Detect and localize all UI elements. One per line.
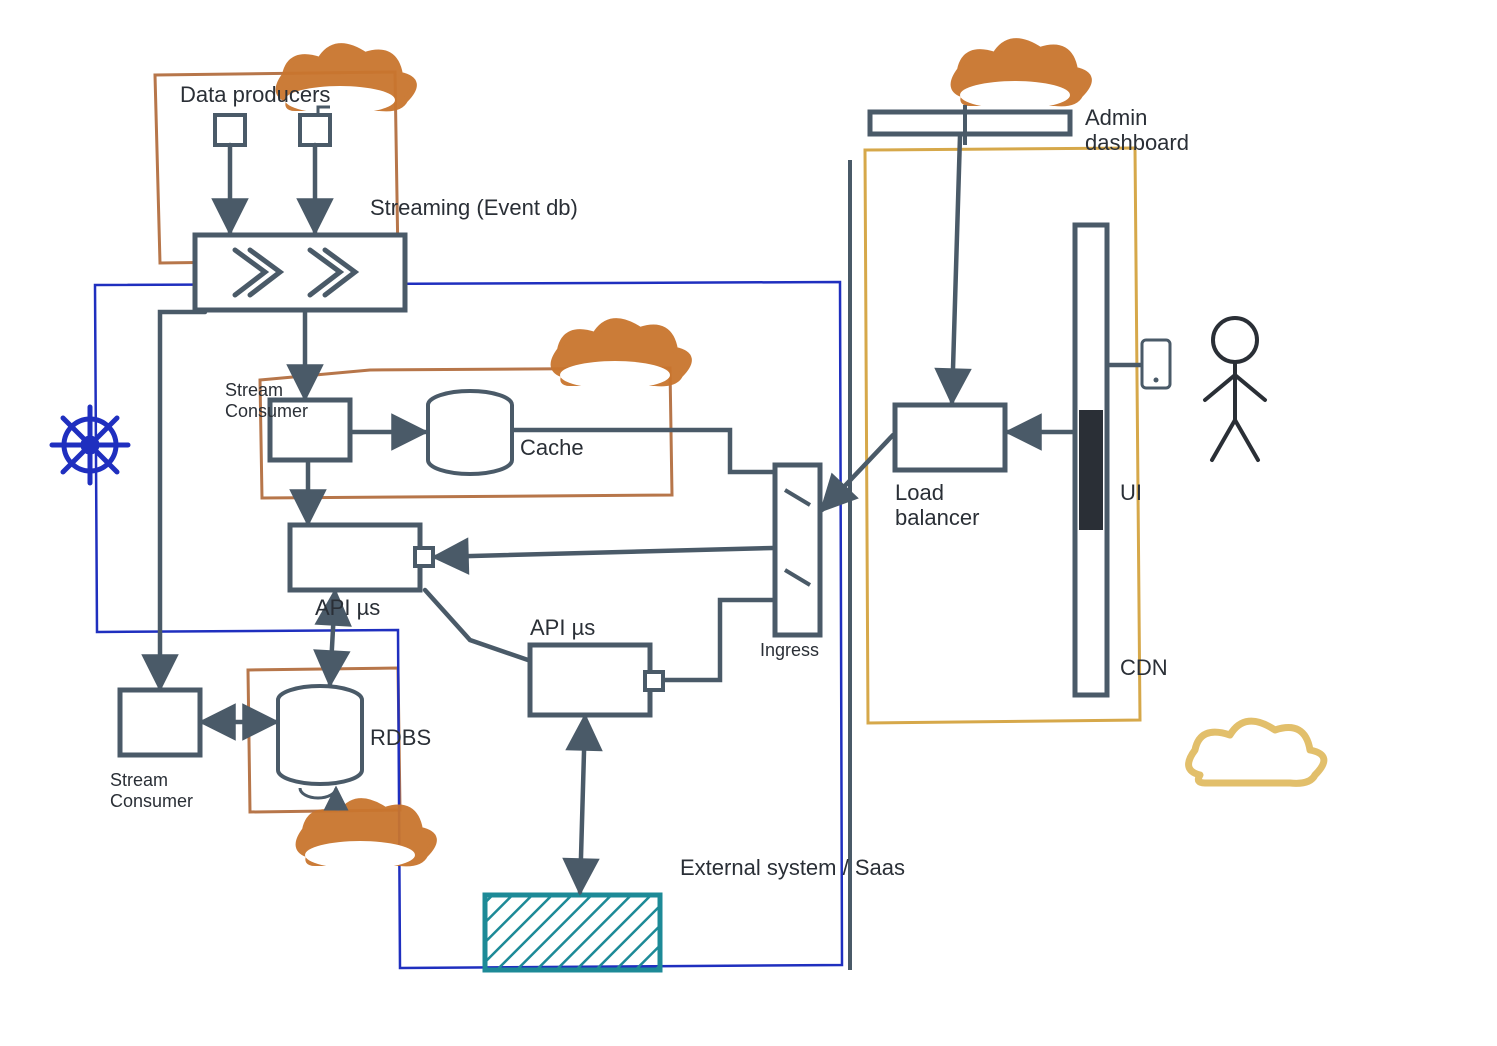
cloud-icon — [1189, 721, 1324, 783]
user-icon — [1205, 318, 1265, 460]
producer-box — [300, 115, 330, 145]
api-ms-box — [290, 525, 420, 590]
label-ingress: Ingress — [760, 640, 819, 661]
architecture-diagram: Data producers Streaming (Event db) Stre… — [0, 0, 1497, 1046]
streaming-bus — [195, 235, 405, 310]
label-ui: UI — [1120, 480, 1142, 505]
label-api-ms-1: API µs — [315, 595, 380, 620]
load-balancer-box — [895, 405, 1005, 470]
label-cache: Cache — [520, 435, 584, 460]
cloud-icon — [554, 321, 689, 389]
label-api-ms-2: API µs — [530, 615, 595, 640]
label-external-system: External system / Saas — [680, 855, 905, 880]
helm-wheel-icon — [52, 407, 128, 483]
label-streaming: Streaming (Event db) — [370, 195, 578, 220]
label-stream-consumer: Stream Consumer — [225, 380, 308, 421]
label-cdn: CDN — [1120, 655, 1168, 680]
ingress-bar — [775, 465, 820, 635]
label-admin-dashboard: Admin dashboard — [1085, 105, 1189, 156]
external-system-box — [485, 895, 660, 970]
stream-consumer-box — [120, 690, 200, 755]
label-rdbs: RDBS — [370, 725, 431, 750]
rdbs-cylinder — [278, 686, 362, 798]
label-load-balancer: Load balancer — [895, 480, 979, 531]
admin-dashboard-box — [870, 112, 1070, 134]
cache-cylinder — [428, 391, 512, 474]
producer-box — [215, 115, 245, 145]
label-data-producers: Data producers — [180, 82, 330, 107]
label-stream-consumer-b: Stream Consumer — [110, 770, 193, 811]
cloud-icon — [299, 801, 434, 869]
api-ms-box — [530, 645, 650, 715]
cloud-icon — [954, 41, 1089, 109]
